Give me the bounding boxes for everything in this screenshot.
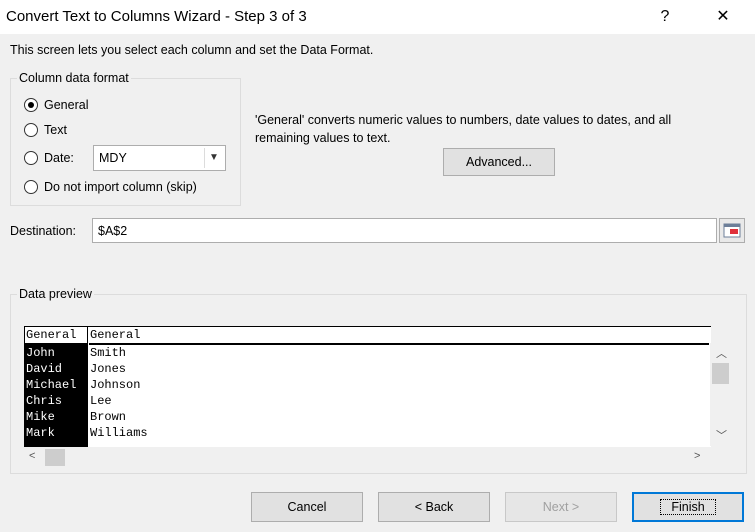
radio-general-indicator[interactable] xyxy=(24,98,38,112)
scroll-left-icon[interactable]: < xyxy=(29,450,35,462)
radio-skip-indicator[interactable] xyxy=(24,180,38,194)
help-icon[interactable]: ? xyxy=(650,5,680,29)
next-button[interactable]: Next > xyxy=(505,492,617,522)
table-cell: Smith xyxy=(90,346,127,360)
table-cell: Williams xyxy=(90,426,148,440)
title-bar: Convert Text to Columns Wizard - Step 3 … xyxy=(0,0,755,34)
data-preview-grid[interactable]: General John David Michael Chris Mike Ma… xyxy=(24,326,711,447)
scroll-down-icon[interactable]: ﹀ xyxy=(716,427,727,443)
table-cell: Lee xyxy=(90,394,112,408)
destination-label: Destination: xyxy=(10,224,77,238)
table-cell: John xyxy=(26,346,55,360)
cancel-button[interactable]: Cancel xyxy=(251,492,363,522)
radio-text[interactable]: Text xyxy=(24,123,67,137)
close-icon[interactable]: ✕ xyxy=(708,5,738,29)
back-button[interactable]: < Back xyxy=(378,492,490,522)
table-cell: Mark xyxy=(26,426,55,440)
finish-button-label: Finish xyxy=(660,499,716,515)
table-cell: Johnson xyxy=(90,378,141,392)
destination-input[interactable]: $A$2 xyxy=(92,218,717,243)
scroll-up-icon[interactable]: ︿ xyxy=(716,345,727,361)
description-text: This screen lets you select each column … xyxy=(10,43,374,57)
vertical-scroll-thumb[interactable] xyxy=(712,363,729,384)
column-format-group-label: Column data format xyxy=(17,71,131,85)
data-preview-group-label: Data preview xyxy=(17,287,94,301)
table-cell: David xyxy=(26,362,63,376)
chevron-down-icon[interactable]: ▼ xyxy=(204,148,223,168)
advanced-button[interactable]: Advanced... xyxy=(443,148,555,176)
finish-button[interactable]: Finish xyxy=(632,492,744,522)
table-cell: Mike xyxy=(26,410,55,424)
table-cell: Michael xyxy=(26,378,77,392)
radio-date-indicator[interactable] xyxy=(24,151,38,165)
table-cell: Chris xyxy=(26,394,63,408)
radio-general[interactable]: General xyxy=(24,98,88,112)
radio-skip-label: Do not import column (skip) xyxy=(44,180,197,194)
preview-column-1[interactable]: General John David Michael Chris Mike Ma… xyxy=(25,327,88,447)
preview-column-1-header[interactable]: General xyxy=(25,327,88,345)
vertical-scrollbar[interactable]: ︿ ﹀ xyxy=(710,343,732,446)
collapse-dialog-icon[interactable] xyxy=(719,218,745,243)
preview-column-2-header[interactable]: General xyxy=(89,327,709,345)
horizontal-scroll-thumb[interactable] xyxy=(45,449,65,466)
radio-date-label: Date: xyxy=(44,151,74,165)
date-format-select[interactable]: MDY ▼ xyxy=(93,145,226,171)
radio-text-indicator[interactable] xyxy=(24,123,38,137)
radio-skip[interactable]: Do not import column (skip) xyxy=(24,180,197,194)
horizontal-scrollbar[interactable]: < > xyxy=(24,447,710,468)
table-cell: Brown xyxy=(90,410,127,424)
window-title: Convert Text to Columns Wizard - Step 3 … xyxy=(6,8,307,25)
table-cell: Jones xyxy=(90,362,127,376)
radio-general-label: General xyxy=(44,98,89,112)
radio-text-label: Text xyxy=(44,123,67,137)
date-format-value: MDY xyxy=(99,151,127,165)
destination-value: $A$2 xyxy=(98,224,128,238)
preview-column-2[interactable]: General Smith Jones Johnson Lee Brown Wi… xyxy=(89,327,709,441)
format-info-text: 'General' converts numeric values to num… xyxy=(255,113,672,145)
radio-date[interactable]: Date: xyxy=(24,151,74,165)
scroll-right-icon[interactable]: > xyxy=(694,450,700,462)
